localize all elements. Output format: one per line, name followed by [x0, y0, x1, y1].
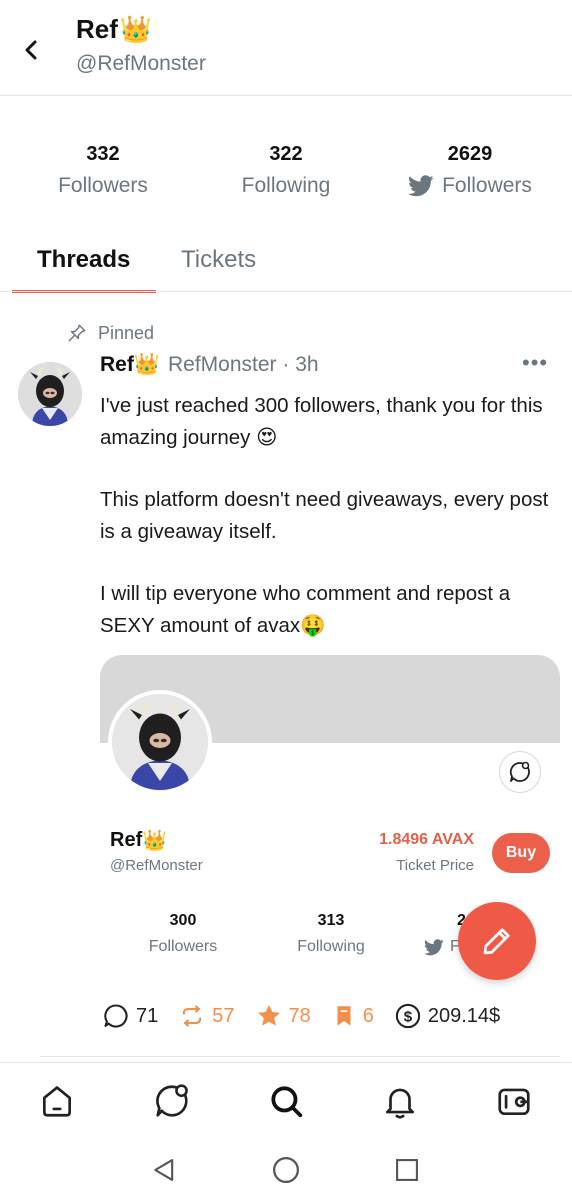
home-circle-icon	[273, 1157, 299, 1183]
nav-wallet[interactable]	[494, 1081, 534, 1121]
nav-search[interactable]	[266, 1081, 306, 1121]
goat-mask-avatar-image	[18, 362, 82, 426]
card-author-name: Ref	[110, 829, 143, 851]
goat-mask-avatar-image	[112, 694, 208, 790]
author-avatar[interactable]	[18, 362, 82, 426]
comment-count: 71	[136, 1004, 159, 1027]
wallet-icon	[498, 1088, 530, 1116]
twitter-icon	[424, 938, 444, 955]
repost-icon	[183, 1005, 202, 1027]
like-count: 78	[288, 1004, 311, 1027]
crown-emoji: 👑	[142, 830, 168, 852]
back-button[interactable]	[18, 36, 46, 64]
followers-count: 332	[86, 143, 120, 165]
post-paragraph: This platform doesn't need giveaways, ev…	[100, 488, 549, 543]
tip-amount: 209.14$	[427, 1004, 501, 1027]
buy-ticket-button[interactable]: Buy	[492, 833, 550, 873]
card-following-count: 313	[317, 912, 345, 929]
profile-name: Ref	[76, 14, 118, 44]
post-actions: 71 57 78 6 $ 209.14$	[102, 1000, 520, 1032]
author-meta: RefMonster · 3h	[168, 353, 319, 376]
followers-stat[interactable]: 332 Followers	[40, 143, 166, 198]
following-stat[interactable]: 322 Following	[222, 143, 350, 198]
star-icon	[257, 1004, 280, 1026]
ticket-card-name: Ref 👑	[110, 828, 167, 853]
bell-icon	[385, 1088, 415, 1119]
nav-messages[interactable]	[152, 1081, 192, 1121]
twitter-followers-count: 2629	[447, 143, 493, 165]
like-action[interactable]: 78	[255, 1002, 311, 1030]
search-icon	[271, 1086, 303, 1118]
chat-bubble-icon	[509, 761, 530, 782]
pinned-label: Pinned	[98, 322, 155, 343]
ticket-card-handle: @RefMonster	[110, 857, 203, 874]
crown-emoji: 👑	[119, 14, 153, 44]
comment-action[interactable]: 71	[102, 1002, 158, 1030]
tip-action[interactable]: $ 209.14$	[394, 1002, 500, 1030]
system-recents-button[interactable]	[391, 1154, 423, 1186]
following-label: Following	[241, 174, 331, 197]
post-paragraph: I've just reached 300 followers, thank y…	[100, 394, 543, 449]
card-followers-count: 300	[169, 912, 197, 929]
tabs-divider	[0, 291, 572, 292]
repost-count: 57	[212, 1004, 235, 1027]
nav-notifications[interactable]	[380, 1081, 420, 1121]
twitter-followers-label: Followers	[442, 174, 532, 197]
system-back-button[interactable]	[148, 1154, 180, 1186]
card-followers-label: Followers	[148, 938, 218, 955]
home-icon	[42, 1086, 72, 1117]
chevron-left-icon	[25, 40, 37, 60]
bottom-navigation	[0, 1062, 572, 1142]
twitter-icon	[408, 175, 434, 197]
ticket-card-avatar[interactable]	[108, 690, 212, 794]
compose-button[interactable]	[458, 902, 536, 980]
system-navigation-bar	[0, 1142, 572, 1200]
post-paragraph: I will tip everyone who comment and repo…	[100, 582, 511, 637]
card-following-stat[interactable]: 313 Following	[288, 912, 374, 956]
ticket-price-value: 1.8496 AVAX	[379, 831, 474, 848]
following-count: 322	[269, 143, 303, 165]
bookmark-action[interactable]: 6	[331, 1002, 374, 1030]
chat-icon	[156, 1084, 188, 1117]
crown-emoji: 👑	[133, 353, 160, 376]
repost-action[interactable]: 57	[178, 1002, 235, 1030]
system-home-button[interactable]	[270, 1154, 302, 1186]
dollar-circle-icon: $	[395, 1003, 421, 1029]
back-triangle-icon	[154, 1159, 174, 1181]
ticket-chat-button[interactable]	[499, 751, 541, 793]
author-name[interactable]: Ref	[100, 353, 134, 377]
post-author-line: Ref 👑 RefMonster · 3h	[100, 353, 319, 377]
twitter-followers-stat[interactable]: 2629 Followers	[398, 143, 542, 198]
card-followers-stat[interactable]: 300 Followers	[140, 912, 226, 956]
comment-icon	[104, 1004, 128, 1028]
pencil-icon	[483, 928, 510, 955]
pinned-indicator: Pinned	[66, 322, 154, 344]
post-body: I've just reached 300 followers, thank y…	[100, 390, 560, 672]
ticket-price-label: Ticket Price	[396, 857, 474, 874]
card-following-label: Following	[297, 938, 365, 955]
tab-threads[interactable]: Threads	[37, 246, 130, 274]
bookmark-count: 6	[362, 1004, 374, 1027]
svg-text:$: $	[404, 1008, 413, 1025]
bookmark-icon	[337, 1006, 351, 1026]
header-divider	[0, 95, 572, 96]
followers-label: Followers	[58, 174, 148, 197]
post-more-menu[interactable]: •••	[522, 350, 548, 376]
pin-icon	[68, 324, 86, 342]
tab-tickets[interactable]: Tickets	[181, 246, 256, 274]
profile-title: Ref 👑	[76, 14, 152, 45]
recents-square-icon	[396, 1159, 418, 1181]
nav-home[interactable]	[37, 1081, 77, 1121]
post-divider	[40, 1056, 560, 1057]
profile-handle: @RefMonster	[76, 52, 206, 75]
